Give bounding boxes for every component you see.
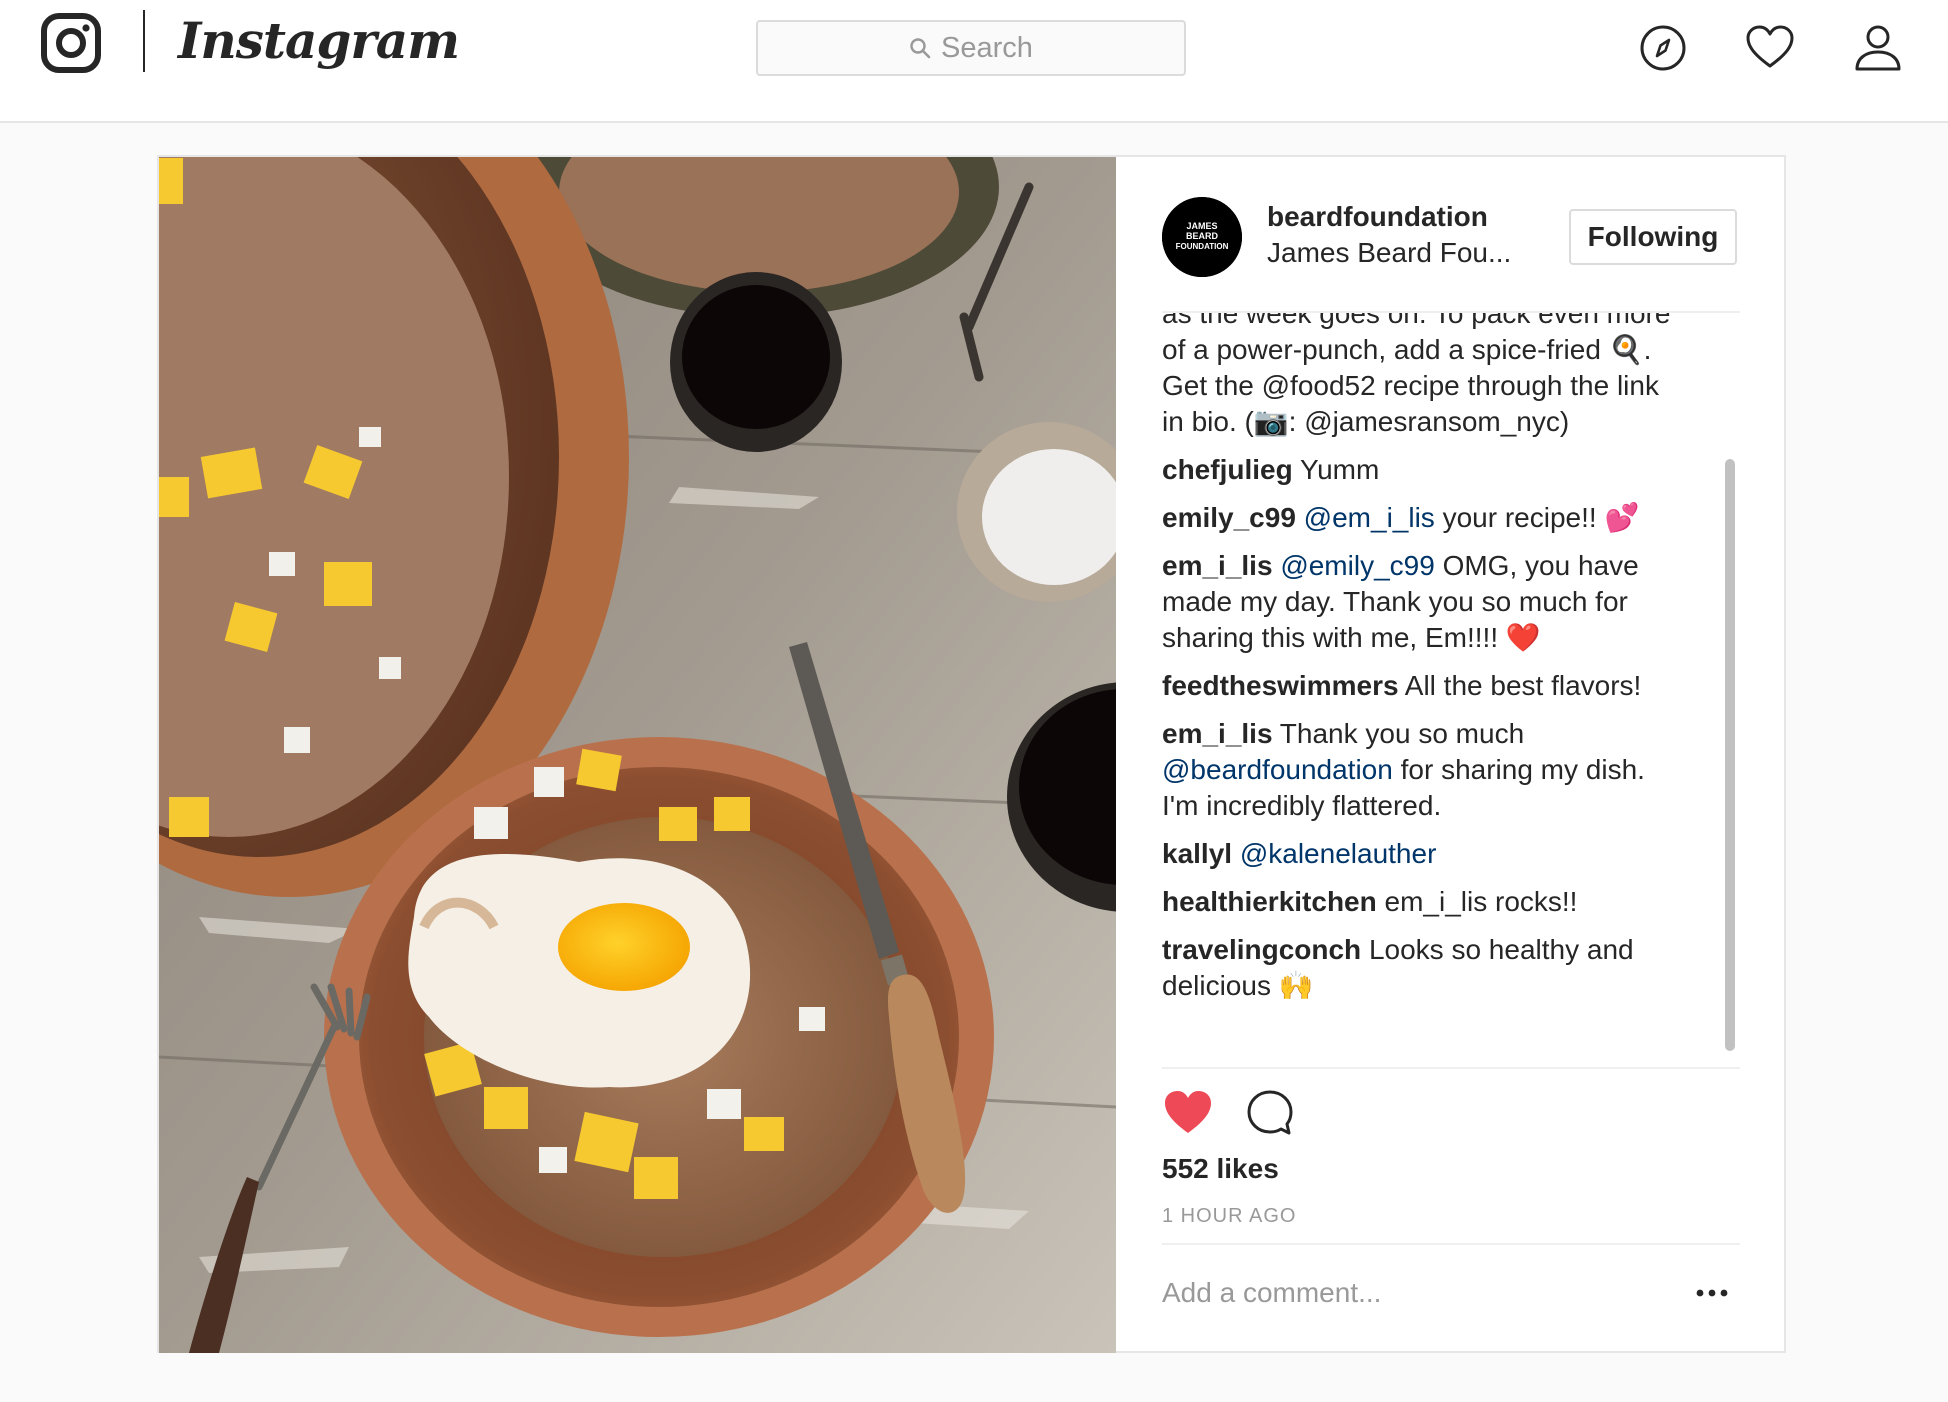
comment-username[interactable]: em_i_lis	[1162, 718, 1273, 749]
add-comment-input[interactable]	[1162, 1265, 1662, 1321]
comment-item: travelingconch Looks so healthy and deli…	[1162, 932, 1692, 1004]
comment-text: em_i_lis rocks!!	[1376, 886, 1578, 917]
compass-icon[interactable]	[1637, 22, 1689, 74]
comment-bubble-icon[interactable]	[1244, 1087, 1296, 1139]
heart-icon[interactable]	[1744, 22, 1796, 74]
comment-username[interactable]: emily_c99	[1162, 502, 1296, 533]
comment-mention-link[interactable]: @emily_c99	[1280, 550, 1434, 581]
comment-text: Thank you so much	[1272, 718, 1525, 749]
comment-username[interactable]: em_i_lis	[1162, 550, 1273, 581]
instagram-wordmark[interactable]: Instagram	[178, 6, 460, 76]
actions-divider	[1162, 1067, 1740, 1069]
comment-item: chefjulieg Yumm	[1162, 452, 1692, 488]
logo-divider	[143, 10, 145, 72]
instagram-glyph-icon[interactable]	[40, 12, 102, 74]
post-caption: for lunch every day—it'll only get bette…	[1162, 313, 1692, 440]
svg-text:BEARD: BEARD	[1186, 231, 1219, 241]
comment-username[interactable]: kallyl	[1162, 838, 1232, 869]
add-comment-divider	[1162, 1243, 1740, 1245]
comments-scroll-content: for lunch every day—it'll only get bette…	[1162, 313, 1692, 1016]
like-heart-icon[interactable]	[1162, 1087, 1214, 1139]
post-timestamp[interactable]: 1 HOUR AGO	[1162, 1205, 1296, 1228]
comment-item: emily_c99 @em_i_lis your recipe!! 💕	[1162, 500, 1692, 536]
comment-mention-link[interactable]: @beardfoundation	[1162, 754, 1393, 785]
comment-username[interactable]: healthierkitchen	[1162, 886, 1377, 917]
more-options-icon[interactable]	[1694, 1281, 1730, 1305]
comment-mention-link[interactable]: @kalenelauther	[1240, 838, 1437, 869]
post-photo[interactable]	[159, 157, 1116, 1353]
post-username[interactable]: beardfoundation	[1267, 201, 1488, 233]
comment-text	[1232, 838, 1240, 869]
comment-username[interactable]: travelingconch	[1162, 934, 1361, 965]
post-card: JAMES BEARD FOUNDATION beardfoundation J…	[157, 155, 1786, 1353]
comments-list[interactable]: for lunch every day—it'll only get bette…	[1162, 313, 1692, 1223]
search-placeholder: Search	[941, 31, 1033, 64]
top-nav-bar: Instagram Search	[0, 0, 1948, 123]
svg-text:FOUNDATION: FOUNDATION	[1176, 242, 1229, 251]
comment-username[interactable]: chefjulieg	[1162, 454, 1293, 485]
like-count[interactable]: 552 likes	[1162, 1153, 1279, 1185]
comment-text: Yumm	[1292, 454, 1380, 485]
comment-text	[1296, 502, 1304, 533]
comment-item: em_i_lis @emily_c99 OMG, you have made m…	[1162, 548, 1692, 656]
comment-item: kallyl @kalenelauther	[1162, 836, 1692, 872]
caption-line: in bio. (📷: @jamesransom_nyc)	[1162, 406, 1570, 437]
caption-line: of a power-punch, add a spice-fried 🍳.	[1162, 334, 1652, 365]
comment-item: feedtheswimmers All the best flavors!	[1162, 668, 1692, 704]
comment-item: em_i_lis Thank you so much @beardfoundat…	[1162, 716, 1692, 824]
food-photo-illustration	[159, 157, 1116, 1353]
person-icon[interactable]	[1852, 22, 1904, 74]
comment-mention-link[interactable]: @em_i_lis	[1304, 502, 1435, 533]
comment-thread: chefjulieg Yumm emily_c99 @em_i_lis your …	[1162, 452, 1692, 1004]
post-side-panel: JAMES BEARD FOUNDATION beardfoundation J…	[1116, 157, 1786, 1353]
avatar-logo: JAMES BEARD FOUNDATION	[1162, 197, 1242, 277]
comment-text: All the best flavors!	[1398, 670, 1642, 701]
post-full-name: James Beard Fou...	[1267, 237, 1512, 268]
comment-item: healthierkitchen em_i_lis rocks!!	[1162, 884, 1692, 920]
comment-username[interactable]: feedtheswimmers	[1162, 670, 1399, 701]
account-avatar[interactable]: JAMES BEARD FOUNDATION	[1162, 197, 1242, 277]
following-button[interactable]: Following	[1569, 209, 1737, 265]
comments-scrollbar-thumb[interactable]	[1725, 459, 1735, 1051]
post-header: JAMES BEARD FOUNDATION beardfoundation J…	[1116, 157, 1786, 313]
caption-line: as the week goes on. To pack even more	[1162, 313, 1671, 329]
search-input[interactable]: Search	[756, 20, 1186, 76]
svg-text:JAMES: JAMES	[1186, 221, 1217, 231]
comment-text: your recipe!! 💕	[1434, 502, 1640, 533]
caption-line: Get the @food52 recipe through the link	[1162, 370, 1659, 401]
search-icon	[910, 38, 931, 59]
